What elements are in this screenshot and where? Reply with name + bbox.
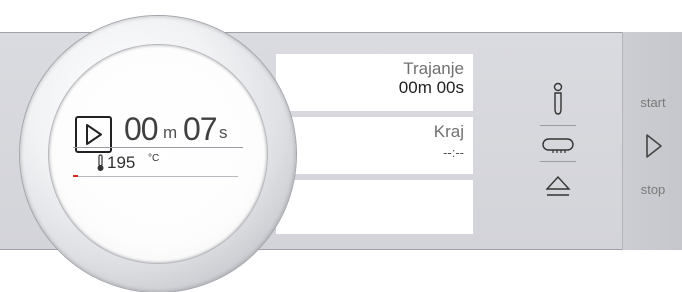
stop-label: stop	[640, 182, 666, 197]
end-time-label: Kraj	[433, 122, 464, 141]
timer-minutes: 00	[124, 111, 159, 147]
timer-seconds: 07	[183, 111, 218, 147]
empty-field	[276, 180, 473, 234]
end-time-value: --:--	[443, 145, 464, 160]
duration-value: 00m 00s	[398, 78, 464, 97]
timer-minutes-unit: m	[163, 123, 178, 142]
progress-track	[73, 176, 238, 177]
thermometer-icon	[97, 154, 104, 171]
temperature-value: 195	[107, 153, 136, 172]
duration-field[interactable]: Trajanje 00m 00s	[276, 54, 473, 111]
start-label: start	[640, 95, 666, 110]
meat-probe-icon[interactable]	[548, 82, 568, 118]
door-open-icon[interactable]	[544, 173, 572, 203]
icon-divider	[540, 161, 576, 162]
icon-divider	[540, 125, 576, 126]
child-lock-key-icon[interactable]	[541, 135, 575, 157]
start-stop-button[interactable]: start stop	[622, 32, 682, 250]
progress-indicator	[73, 175, 78, 177]
timer-seconds-unit: s	[219, 123, 228, 142]
dial-divider	[73, 147, 243, 148]
duration-label: Trajanje	[403, 59, 464, 78]
function-icons	[528, 82, 576, 212]
temperature-unit: °C	[148, 153, 160, 164]
play-icon	[646, 134, 662, 158]
end-time-field[interactable]: Kraj --:--	[276, 117, 473, 174]
